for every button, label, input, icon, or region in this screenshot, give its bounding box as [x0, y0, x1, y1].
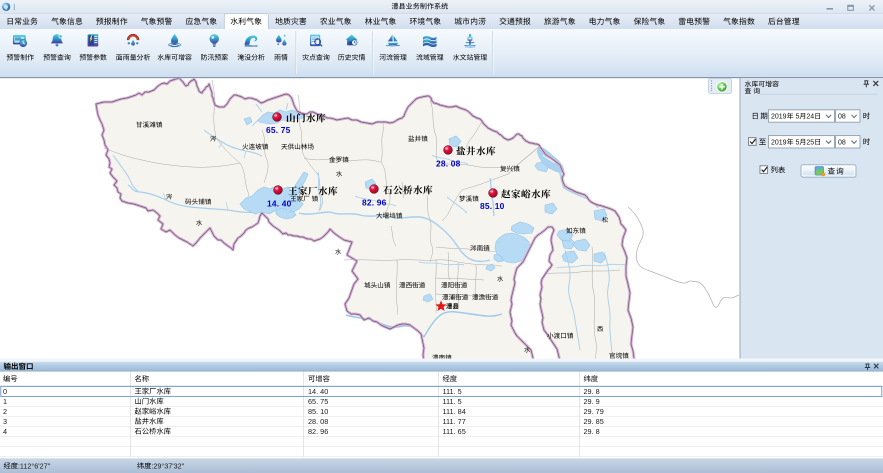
svg-text:65. 75: 65. 75 [266, 125, 291, 135]
svg-text:5: 5 [794, 139, 800, 146]
svg-text:29. 8: 29. 8 [584, 427, 600, 436]
svg-text:85. 10: 85. 10 [308, 407, 328, 416]
svg-text:25: 25 [806, 139, 814, 146]
svg-text:85. 10: 85. 10 [480, 201, 505, 211]
svg-text:2019: 2019 [771, 114, 787, 121]
svg-text:65. 75: 65. 75 [308, 397, 328, 406]
svg-text:08: 08 [838, 139, 846, 146]
svg-text:111. 5: 111. 5 [443, 387, 462, 396]
svg-text:3: 3 [3, 417, 7, 426]
svg-text:14. 40: 14. 40 [267, 199, 292, 209]
svg-text::29°37'32": :29°37'32" [151, 461, 184, 470]
svg-text:111. 65: 111. 65 [443, 427, 466, 436]
svg-text:111. 5: 111. 5 [443, 397, 462, 406]
svg-text:1: 1 [3, 397, 7, 406]
svg-text:29. 9: 29. 9 [584, 397, 600, 406]
svg-text:82. 96: 82. 96 [308, 427, 328, 436]
svg-text:29. 79: 29. 79 [584, 407, 604, 416]
svg-text:0: 0 [3, 387, 7, 396]
svg-text:28. 08: 28. 08 [308, 417, 328, 426]
svg-text:28. 08: 28. 08 [436, 159, 461, 169]
svg-text:111. 84: 111. 84 [443, 407, 466, 416]
svg-text:29. 8: 29. 8 [584, 387, 600, 396]
svg-text:82. 96: 82. 96 [362, 198, 387, 208]
svg-text:29. 85: 29. 85 [584, 417, 604, 426]
svg-text:2: 2 [3, 407, 7, 416]
svg-text:4: 4 [3, 427, 7, 436]
svg-text:14. 40: 14. 40 [308, 387, 328, 396]
svg-text::112°6'27": :112°6'27" [18, 461, 51, 470]
svg-text:08: 08 [838, 114, 846, 121]
svg-text:111. 77: 111. 77 [443, 417, 466, 426]
svg-text:5: 5 [794, 114, 800, 121]
svg-text:24: 24 [806, 114, 814, 121]
svg-text:2019: 2019 [771, 139, 787, 146]
